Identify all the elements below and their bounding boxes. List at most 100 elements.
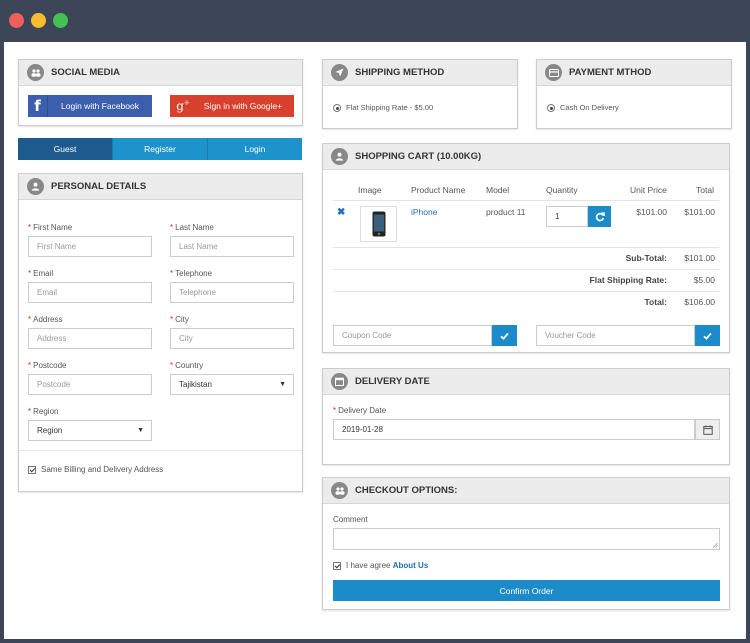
divider <box>333 200 719 201</box>
personal-details-panel: PERSONAL DETAILS * First Name First Name … <box>18 173 303 492</box>
address-input[interactable]: Address <box>28 328 152 349</box>
refresh-icon <box>595 211 605 221</box>
col-unit-price: Unit Price <box>630 185 667 195</box>
payment-method-panel: PAYMENT MTHOD Cash On Delivery <box>536 59 732 129</box>
account-tabs: Guest Register Login <box>18 138 302 160</box>
region-value: Region <box>37 426 63 435</box>
payment-option[interactable]: Cash On Delivery <box>547 103 619 113</box>
shipping-method-title: SHIPPING METHOD <box>355 67 445 78</box>
email-input[interactable]: Email <box>28 282 152 303</box>
login-facebook-label: Login with Facebook <box>61 101 139 111</box>
payment-method-header: PAYMENT MTHOD <box>537 60 731 86</box>
product-name-link[interactable]: iPhone <box>411 207 437 217</box>
delivery-date-header: DELIVERY DATE <box>323 369 729 395</box>
window-titlebar <box>0 0 750 42</box>
total-label: Total: <box>644 297 667 307</box>
update-quantity-button[interactable] <box>588 206 611 227</box>
payment-radio[interactable] <box>547 104 555 113</box>
login-google-button[interactable]: g+ Sign in with Google+ <box>170 95 294 117</box>
delivery-date-panel: DELIVERY DATE * Delivery Date 2019-01-28 <box>322 368 730 465</box>
tab-login[interactable]: Login <box>207 138 302 160</box>
send-icon <box>331 64 348 81</box>
personal-details-header: PERSONAL DETAILS <box>19 174 302 200</box>
cart-user-icon <box>331 148 348 165</box>
divider <box>19 450 302 451</box>
check-icon <box>500 332 509 340</box>
same-address-option[interactable]: Same Billing and Delivery Address <box>28 465 163 474</box>
close-window-button[interactable] <box>9 13 24 28</box>
agree-checkbox[interactable] <box>333 561 341 570</box>
product-thumbnail[interactable] <box>360 206 397 242</box>
shopping-cart-header: SHOPPING CART (10.00KG) <box>323 144 729 170</box>
apply-coupon-button[interactable] <box>492 325 517 346</box>
resize-handle-icon[interactable] <box>712 542 718 548</box>
city-label: * City <box>170 315 189 324</box>
quantity-input[interactable]: 1 <box>546 206 588 227</box>
user-icon <box>27 178 44 195</box>
same-address-label: Same Billing and Delivery Address <box>41 465 164 474</box>
telephone-label: * Telephone <box>170 269 213 278</box>
maximize-window-button[interactable] <box>53 13 68 28</box>
shipping-option-label: Flat Shipping Rate - $5.00 <box>346 103 434 112</box>
item-total-value: $101.00 <box>684 207 715 217</box>
google-plus-icon: g+ <box>176 99 190 113</box>
col-total: Total <box>696 185 714 195</box>
shipping-method-panel: SHIPPING METHOD Flat Shipping Rate - $5.… <box>322 59 518 129</box>
delivery-date-input[interactable]: 2019-01-28 <box>333 419 695 440</box>
country-label: * Country <box>170 361 204 370</box>
facebook-icon: f <box>28 95 48 117</box>
checkout-options-title: CHECKOUT OPTIONS: <box>355 485 458 496</box>
shipping-option[interactable]: Flat Shipping Rate - $5.00 <box>333 103 434 113</box>
product-model: product 11 <box>486 207 526 217</box>
confirm-order-button[interactable]: Confirm Order <box>333 580 720 601</box>
apply-voucher-button[interactable] <box>695 325 720 346</box>
phone-icon <box>372 211 385 237</box>
remove-item-icon[interactable]: ✖ <box>337 207 345 218</box>
social-media-header: SOCIAL MEDIA <box>19 60 302 86</box>
telephone-input[interactable]: Telephone <box>170 282 294 303</box>
about-us-link[interactable]: About Us <box>393 561 429 570</box>
subtotal-label: Sub-Total: <box>625 253 667 263</box>
first-name-label: * First Name <box>28 223 73 232</box>
email-label: * Email <box>28 269 54 278</box>
last-name-input[interactable]: Last Name <box>170 236 294 257</box>
date-picker-button[interactable] <box>695 419 720 440</box>
social-media-title: SOCIAL MEDIA <box>51 67 120 78</box>
minimize-window-button[interactable] <box>31 13 46 28</box>
agree-text: I have agree <box>346 561 391 570</box>
city-input[interactable]: City <box>170 328 294 349</box>
agree-option[interactable]: I have agree About Us <box>333 561 428 570</box>
shipping-radio[interactable] <box>333 104 341 113</box>
divider <box>333 269 719 270</box>
shipping-rate-value: $5.00 <box>693 275 715 285</box>
shipping-rate-label: Flat Shipping Rate: <box>589 275 667 285</box>
people-icon <box>331 482 348 499</box>
country-value: Tajikistan <box>179 380 212 389</box>
country-select[interactable]: Tajikistan ▼ <box>170 374 294 395</box>
divider <box>333 291 719 292</box>
region-select[interactable]: Region ▼ <box>28 420 152 441</box>
payment-option-label: Cash On Delivery <box>560 103 619 112</box>
shopping-cart-panel: SHOPPING CART (10.00KG) Image Product Na… <box>322 143 730 353</box>
tab-register[interactable]: Register <box>112 138 207 160</box>
tab-guest[interactable]: Guest <box>18 138 112 160</box>
last-name-label: * Last Name <box>170 223 214 232</box>
checkout-page: SOCIAL MEDIA f Login with Facebook g+ Si… <box>4 42 746 639</box>
credit-card-icon <box>545 64 562 81</box>
coupon-input[interactable]: Coupon Code <box>333 325 492 346</box>
subtotal-value: $101.00 <box>684 253 715 263</box>
voucher-input[interactable]: Voucher Code <box>536 325 695 346</box>
check-icon <box>703 332 712 340</box>
region-label: * Region <box>28 407 59 416</box>
first-name-input[interactable]: First Name <box>28 236 152 257</box>
total-value: $106.00 <box>684 297 715 307</box>
people-icon <box>27 64 44 81</box>
same-address-checkbox[interactable] <box>28 465 36 474</box>
postcode-input[interactable]: Postcode <box>28 374 152 395</box>
comment-textarea[interactable] <box>333 528 720 550</box>
payment-method-title: PAYMENT MTHOD <box>569 67 652 78</box>
col-model: Model <box>486 185 510 195</box>
divider <box>333 247 719 248</box>
login-facebook-button[interactable]: f Login with Facebook <box>28 95 152 117</box>
comment-label: Comment <box>333 515 368 524</box>
